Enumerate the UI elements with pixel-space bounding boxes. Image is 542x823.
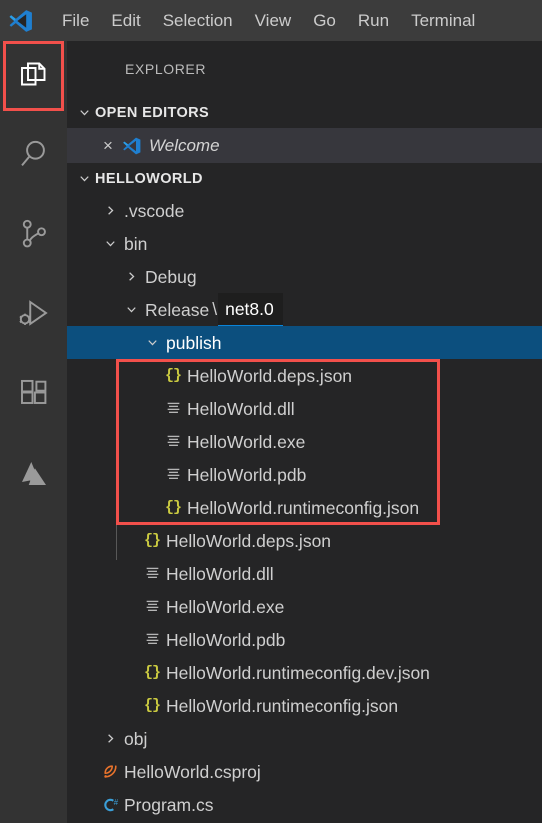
chevron-down-icon[interactable] (96, 236, 124, 251)
tree-label: HelloWorld.exe (166, 596, 285, 617)
vscode-window: File Edit Selection View Go Run Terminal (0, 0, 542, 823)
title-bar: File Edit Selection View Go Run Terminal (0, 0, 542, 41)
tree-file-pub-dll[interactable]: HelloWorld.dll (67, 392, 542, 425)
tree-folder-obj[interactable]: obj (67, 722, 542, 755)
tree-file-pub-pdb[interactable]: HelloWorld.pdb (67, 458, 542, 491)
tree-label: publish (166, 332, 222, 353)
tree-label: HelloWorld.runtimeconfig.dev.json (166, 662, 430, 683)
tree-label: HelloWorld.deps.json (187, 365, 353, 386)
json-icon: {} (164, 499, 182, 516)
json-icon: {} (143, 664, 161, 681)
azure-icon (16, 456, 52, 497)
tree-folder-bin[interactable]: bin (67, 227, 542, 260)
vscode-logo-icon (119, 136, 145, 156)
extensions-icon (16, 376, 52, 417)
tree-file-rel-deps[interactable]: {} HelloWorld.deps.json (67, 524, 542, 557)
chevron-down-icon (73, 168, 95, 190)
tree-label: HelloWorld.runtimeconfig.json (166, 695, 399, 716)
binary-icon (138, 631, 166, 648)
tree-file-pub-deps[interactable]: {} HelloWorld.deps.json (67, 359, 542, 392)
binary-icon (159, 400, 187, 417)
json-icon: {} (143, 697, 161, 714)
open-editor-label: Welcome (149, 135, 220, 155)
binary-icon (138, 598, 166, 615)
tree-file-rel-rtcfg-dev[interactable]: {} HelloWorld.runtimeconfig.dev.json (67, 656, 542, 689)
source-control-icon (16, 216, 52, 257)
tree-folder-publish[interactable]: publish (67, 326, 542, 359)
tree-label: HelloWorld.pdb (166, 629, 286, 650)
csproj-icon (96, 763, 124, 780)
activity-bar-item-explorer[interactable] (0, 41, 67, 111)
chevron-right-icon[interactable] (96, 203, 124, 218)
menu-item-terminal[interactable]: Terminal (400, 7, 486, 35)
tree-file-pub-rtcfg[interactable]: {} HelloWorld.runtimeconfig.json (67, 491, 542, 524)
chevron-down-icon[interactable] (138, 335, 166, 350)
activity-bar-item-run-and-debug[interactable] (0, 281, 67, 351)
vscode-logo-icon (0, 0, 41, 41)
tree-label: Debug (145, 266, 197, 287)
chevron-right-icon[interactable] (96, 731, 124, 746)
search-icon (16, 136, 52, 177)
tree-label: HelloWorld.runtimeconfig.json (187, 497, 420, 518)
tree-label: HelloWorld.deps.json (166, 530, 332, 551)
tree-label: HelloWorld.csproj (124, 761, 261, 782)
workspace-name: HELLOWORLD (95, 170, 203, 187)
section-header-open-editors[interactable]: OPEN EDITORS (67, 97, 542, 128)
tree-label: HelloWorld.pdb (187, 464, 307, 485)
path-separator: \ (212, 299, 218, 319)
activity-bar-item-source-control[interactable] (0, 201, 67, 271)
tree-folder-debug[interactable]: Debug (67, 260, 542, 293)
file-tree: .vscode bin Debug Release \ net8.0 publish {} He… (67, 194, 542, 821)
binary-icon (159, 466, 187, 483)
tree-file-pub-exe[interactable]: HelloWorld.exe (67, 425, 542, 458)
tree-file-csproj[interactable]: HelloWorld.csproj (67, 755, 542, 788)
menu-bar: File Edit Selection View Go Run Terminal (51, 0, 486, 41)
binary-icon (138, 565, 166, 582)
tree-label: Release (145, 299, 210, 320)
chevron-right-icon[interactable] (117, 269, 145, 284)
tree-label: HelloWorld.dll (166, 563, 274, 584)
svg-text:#: # (114, 798, 119, 807)
menu-item-go[interactable]: Go (302, 7, 347, 35)
binary-icon (159, 433, 187, 450)
activity-bar-item-azure[interactable] (0, 441, 67, 511)
menu-item-edit[interactable]: Edit (100, 7, 151, 35)
files-icon (16, 56, 52, 97)
tree-file-rel-rtcfg[interactable]: {} HelloWorld.runtimeconfig.json (67, 689, 542, 722)
menu-item-run[interactable]: Run (347, 7, 400, 35)
tree-label: Program.cs (124, 794, 214, 815)
close-icon[interactable]: × (97, 135, 119, 157)
menu-item-selection[interactable]: Selection (152, 7, 244, 35)
activity-bar-item-search[interactable] (0, 121, 67, 191)
indent-guide (116, 394, 117, 560)
tree-file-rel-dll[interactable]: HelloWorld.dll (67, 557, 542, 590)
tree-label: .vscode (124, 200, 185, 221)
section-header-workspace[interactable]: HELLOWORLD (67, 163, 542, 194)
run-and-debug-icon (16, 296, 52, 337)
open-editor-item-welcome[interactable]: × Welcome (67, 128, 542, 163)
tree-label: HelloWorld.exe (187, 431, 306, 452)
csharp-icon: # (96, 796, 124, 814)
section-label-open-editors: OPEN EDITORS (95, 104, 210, 121)
activity-bar (0, 41, 67, 823)
tree-label: obj (124, 728, 148, 749)
explorer-sidebar: EXPLORER OPEN EDITORS × Welcome HELLOWOR… (67, 41, 542, 823)
chevron-down-icon[interactable] (117, 302, 145, 317)
json-icon: {} (143, 532, 161, 549)
tree-label: HelloWorld.dll (187, 398, 295, 419)
compact-folder-segment[interactable]: net8.0 (218, 292, 283, 327)
activity-bar-item-extensions[interactable] (0, 361, 67, 431)
sidebar-title: EXPLORER (125, 61, 207, 77)
tree-folder-vscode[interactable]: .vscode (67, 194, 542, 227)
menu-item-view[interactable]: View (244, 7, 303, 35)
tree-file-rel-pdb[interactable]: HelloWorld.pdb (67, 623, 542, 656)
tree-folder-release[interactable]: Release \ net8.0 (67, 292, 542, 327)
tree-file-rel-exe[interactable]: HelloWorld.exe (67, 590, 542, 623)
tree-file-programcs[interactable]: # Program.cs (67, 788, 542, 821)
menu-item-file[interactable]: File (51, 7, 100, 35)
tree-label: bin (124, 233, 148, 254)
json-icon: {} (164, 367, 182, 384)
chevron-down-icon (73, 102, 95, 124)
